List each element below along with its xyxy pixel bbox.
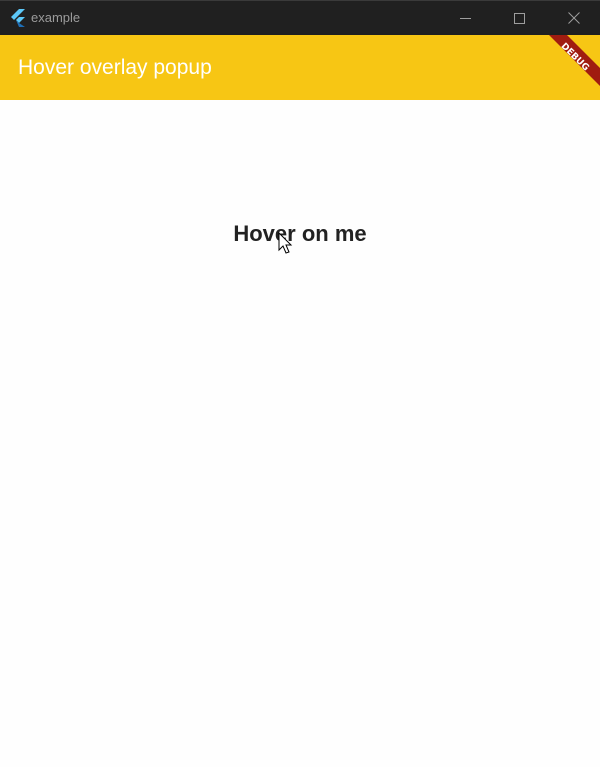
minimize-button[interactable] [442, 1, 488, 35]
window-title: example [31, 10, 81, 25]
maximize-button[interactable] [496, 1, 542, 35]
flutter-logo-icon [11, 9, 25, 27]
debug-banner-label: DEBUG [559, 41, 591, 73]
page-title: Hover overlay popup [18, 56, 212, 79]
window-titlebar[interactable]: example [0, 0, 600, 35]
app-window: example Hover overlay popup DEBUG Hover … [0, 0, 600, 767]
close-button[interactable] [551, 1, 597, 35]
hover-target-text[interactable]: Hover on me [0, 220, 600, 248]
minimize-icon [459, 17, 471, 19]
app-bar: Hover overlay popup DEBUG [0, 35, 600, 100]
mouse-pointer-icon [278, 232, 293, 254]
main-content: Hover on me [0, 100, 600, 767]
close-icon [568, 12, 580, 24]
maximize-icon [513, 12, 525, 24]
